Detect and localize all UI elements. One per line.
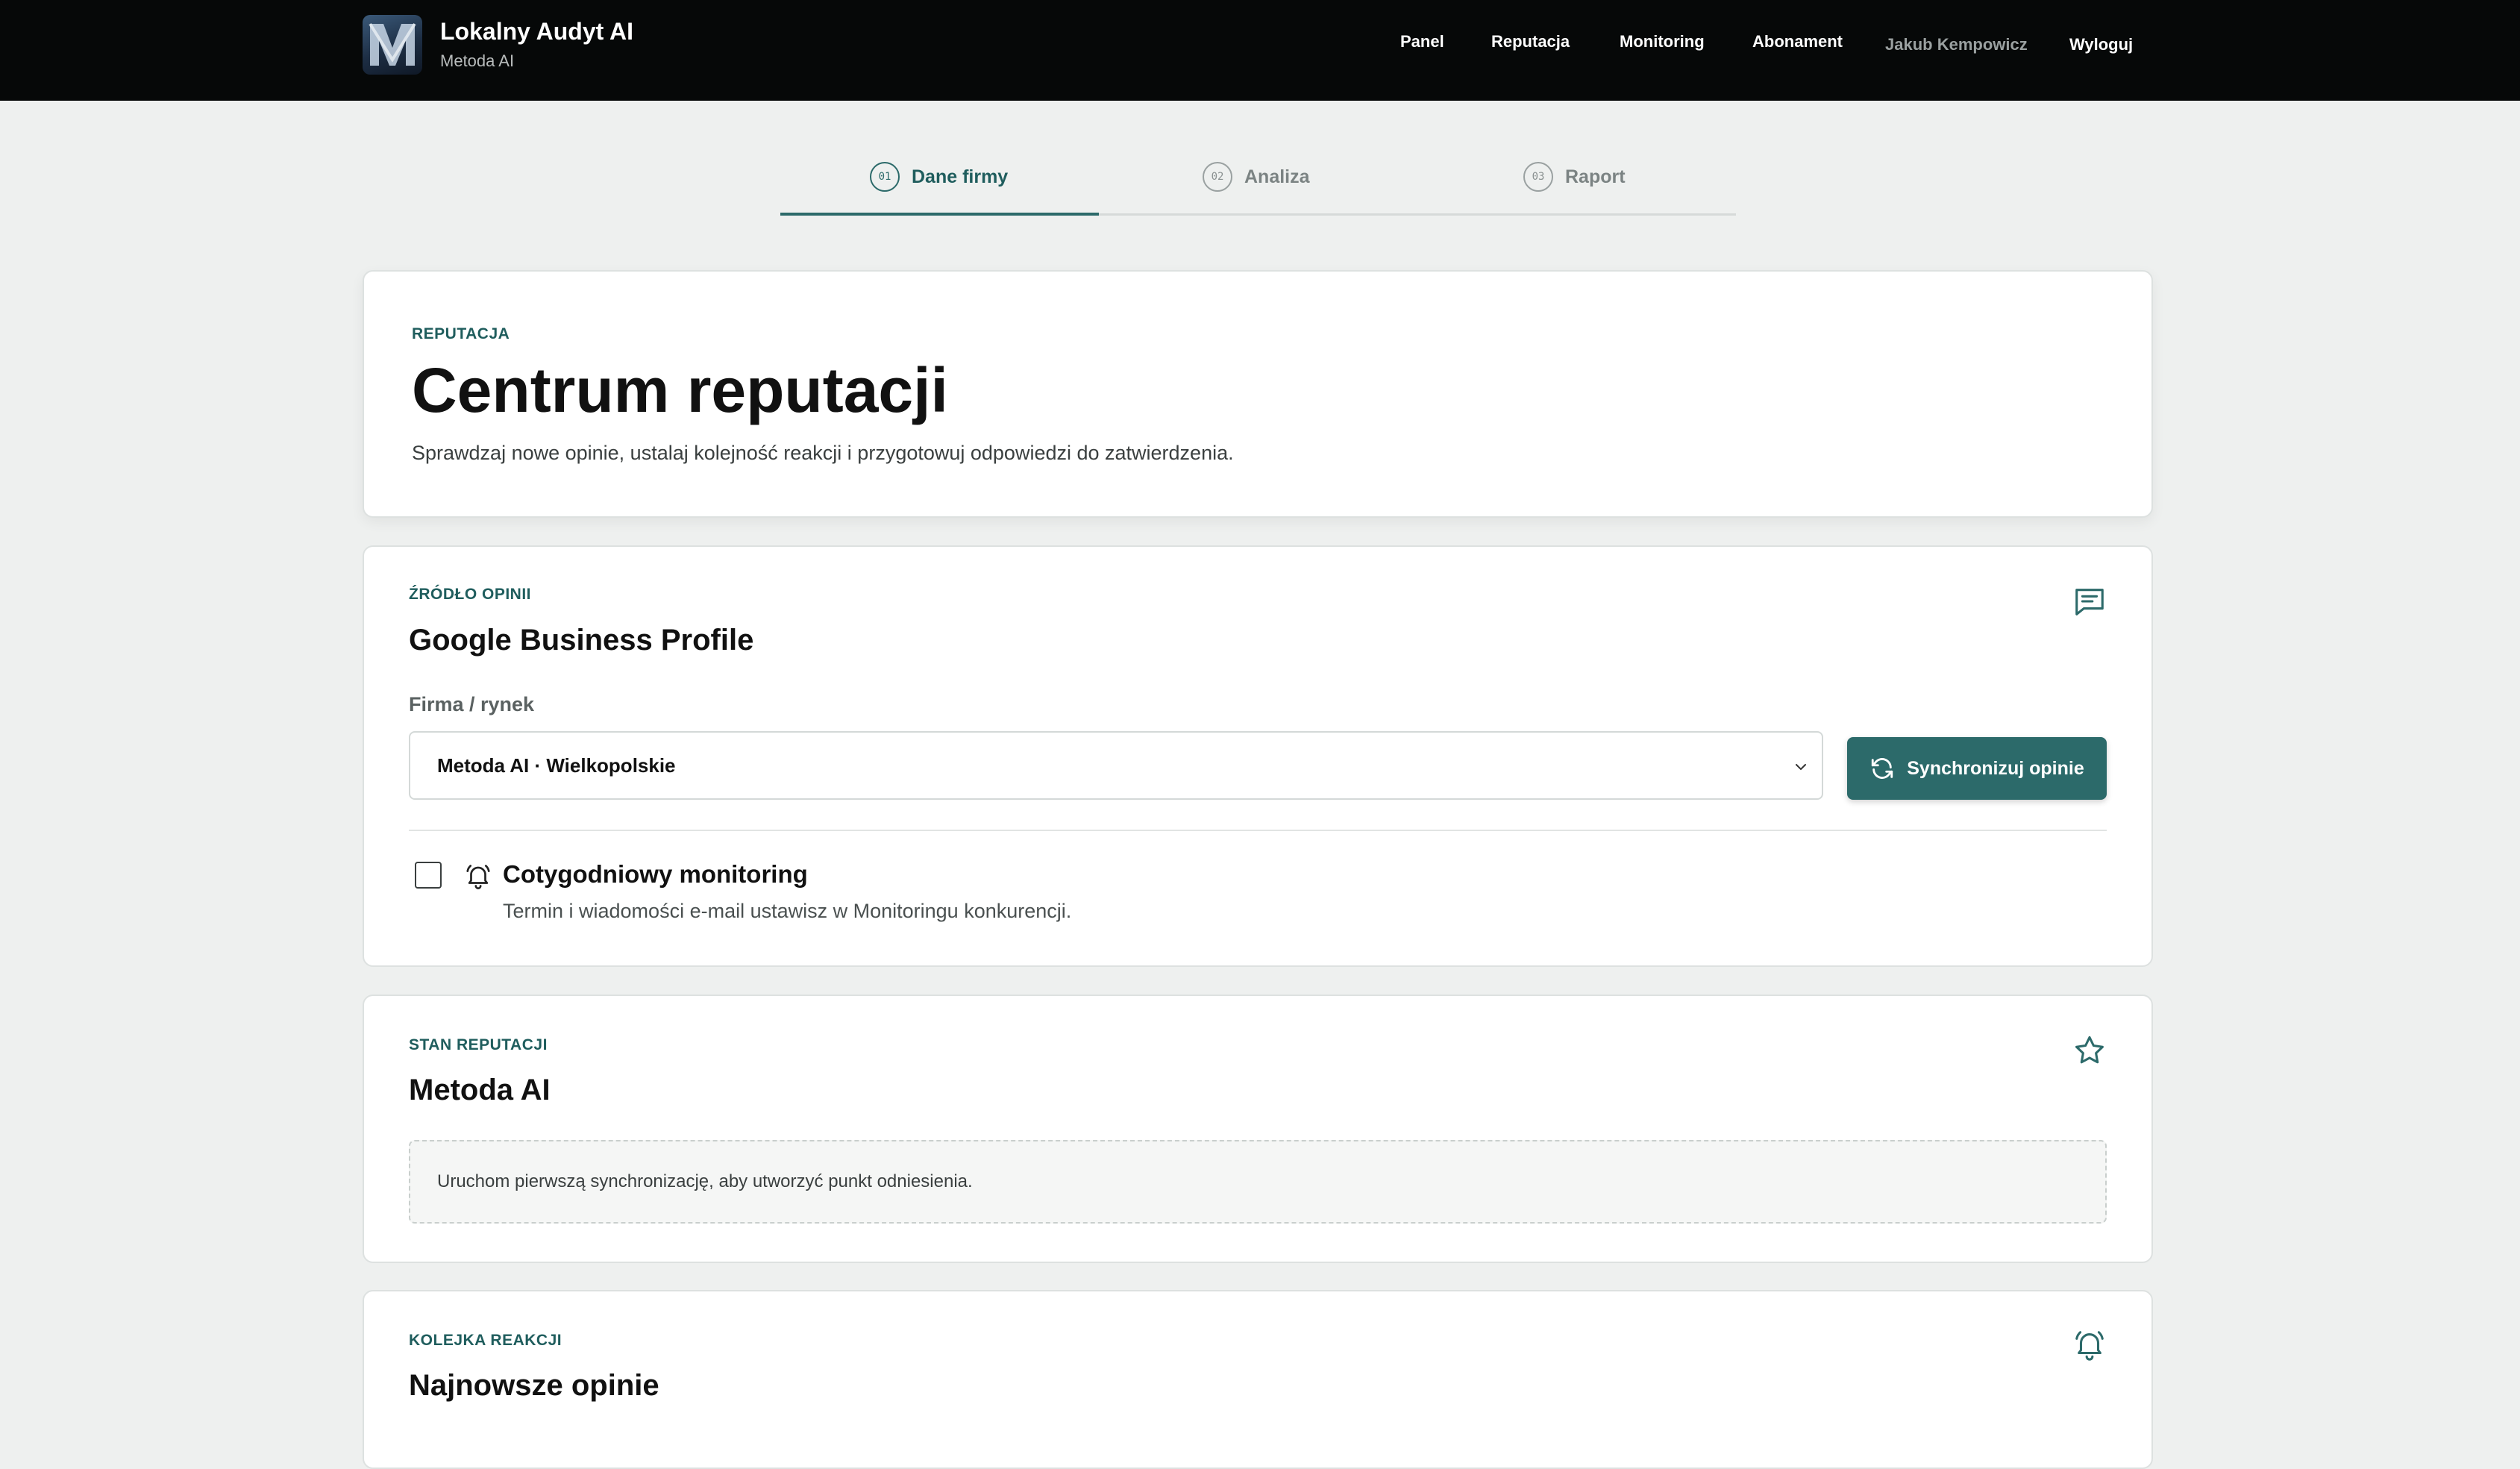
- nav-item-abonament[interactable]: Abonament: [1752, 28, 1843, 55]
- weekly-monitoring-checkbox[interactable]: [415, 862, 442, 889]
- sync-button-label: Synchronizuj opinie: [1907, 757, 2084, 779]
- reaction-queue-card: KOLEJKA REAKCJI Najnowsze opinie: [363, 1290, 2153, 1469]
- empty-state-notice: Uruchom pierwszą synchronizację, aby utw…: [409, 1140, 2107, 1224]
- bell-ring-icon: [466, 865, 490, 889]
- source-eyebrow: ŹRÓDŁO OPINII: [409, 586, 531, 603]
- state-eyebrow: STAN REPUTACJI: [409, 1036, 548, 1053]
- step-dane-firmy[interactable]: 01 Dane firmy: [870, 162, 1008, 192]
- top-navigation-bar: Lokalny Audyt AI Metoda AI Panel Reputac…: [0, 0, 2520, 101]
- star-icon: [2075, 1036, 2104, 1064]
- state-title: Metoda AI: [409, 1074, 551, 1106]
- queue-eyebrow: KOLEJKA REAKCJI: [409, 1332, 562, 1349]
- hero-eyebrow: REPUTACJA: [412, 325, 510, 342]
- step-number: 03: [1523, 162, 1553, 192]
- refresh-icon: [1872, 758, 1893, 779]
- reputation-state-card: STAN REPUTACJI Metoda AI Uruchom pierwsz…: [363, 995, 2153, 1263]
- step-label: Dane firmy: [912, 166, 1009, 187]
- step-number: 02: [1203, 162, 1232, 192]
- divider: [409, 830, 2107, 831]
- user-name: Jakub Kempowicz: [1885, 35, 2028, 54]
- step-number: 01: [870, 162, 900, 192]
- notice-text: Uruchom pierwszą synchronizację, aby utw…: [437, 1171, 973, 1191]
- message-square-icon: [2075, 589, 2104, 616]
- hero-card: REPUTACJA Centrum reputacji Sprawdzaj no…: [363, 270, 2153, 518]
- sync-reviews-button[interactable]: Synchronizuj opinie: [1847, 737, 2107, 800]
- logout-link[interactable]: Wyloguj: [2069, 31, 2133, 58]
- selected-company: Metoda AI · Wielkopolskie: [437, 754, 676, 777]
- nav-item-monitoring[interactable]: Monitoring: [1620, 28, 1705, 55]
- company-market-select[interactable]: Metoda AI · Wielkopolskie: [409, 731, 1823, 800]
- monitoring-title: Cotygodniowy monitoring: [503, 860, 808, 888]
- chevron-down-icon: [1796, 764, 1806, 771]
- step-analiza[interactable]: 02 Analiza: [1203, 162, 1310, 192]
- monitoring-description: Termin i wiadomości e-mail ustawisz w Mo…: [503, 900, 1072, 922]
- main-nav: Panel Reputacja Monitoring Abonament Jak…: [0, 28, 2520, 58]
- review-source-card: ŹRÓDŁO OPINII Google Business Profile Fi…: [363, 545, 2153, 967]
- bell-icon: [2075, 1331, 2104, 1361]
- step-label: Raport: [1565, 166, 1626, 187]
- page-title: Centrum reputacji: [412, 355, 948, 425]
- step-label: Analiza: [1244, 166, 1310, 187]
- nav-item-panel[interactable]: Panel: [1400, 28, 1444, 55]
- step-raport[interactable]: 03 Raport: [1523, 162, 1626, 192]
- queue-title: Najnowsze opinie: [409, 1369, 659, 1402]
- page-description: Sprawdzaj nowe opinie, ustalaj kolejność…: [412, 442, 1234, 464]
- stepper-track-active: [780, 213, 1099, 216]
- nav-item-reputacja[interactable]: Reputacja: [1491, 28, 1570, 55]
- source-title: Google Business Profile: [409, 624, 754, 657]
- company-field-label: Firma / rynek: [409, 693, 535, 715]
- progress-stepper: 01 Dane firmy 02 Analiza 03 Raport: [780, 153, 1736, 216]
